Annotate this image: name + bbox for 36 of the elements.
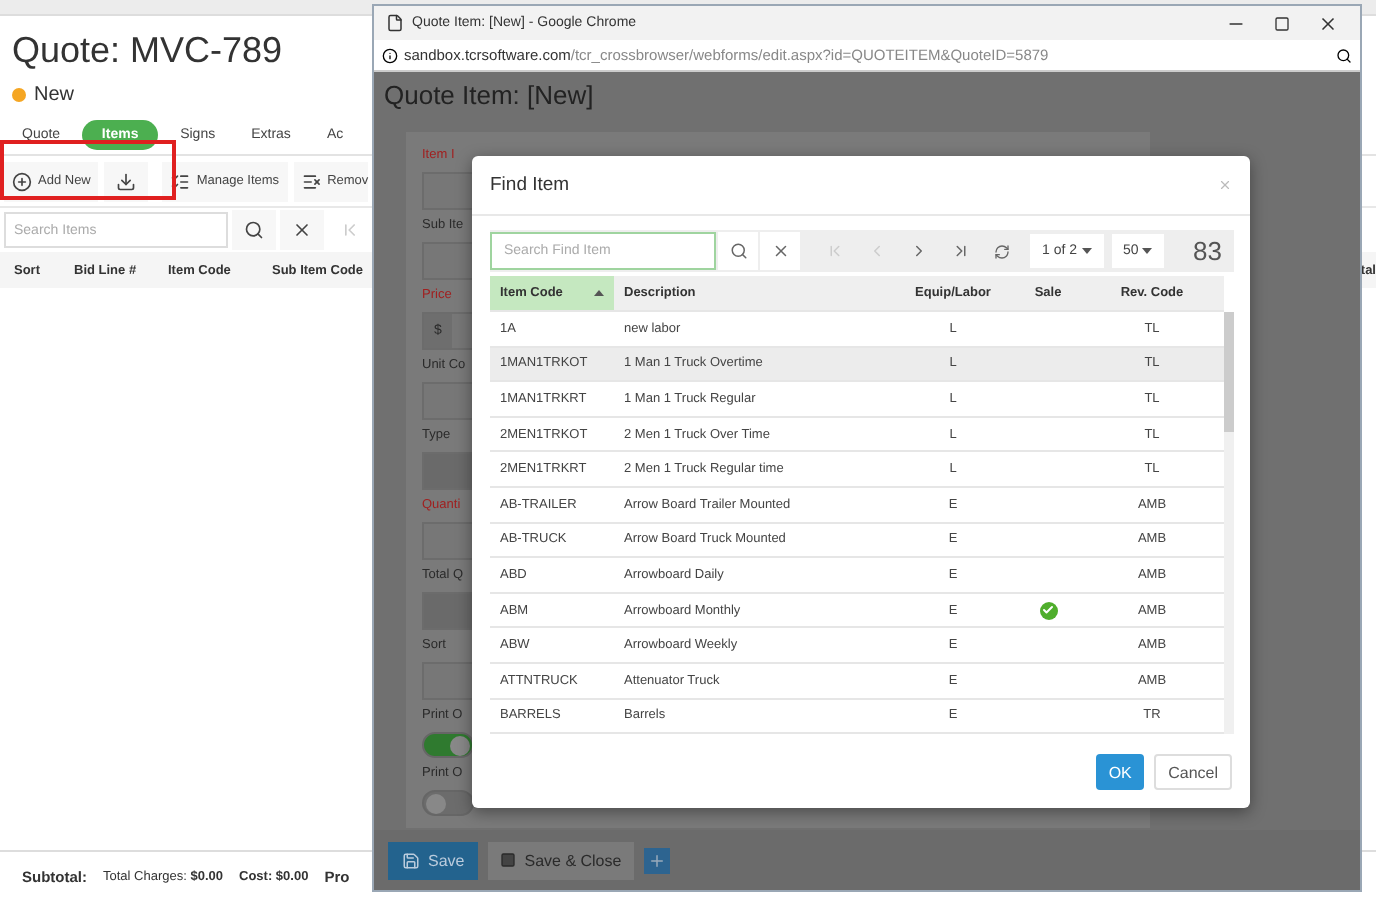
square-icon	[500, 852, 517, 868]
first-page-icon	[825, 242, 843, 260]
first-page-icon	[340, 220, 360, 240]
maximize-icon	[1274, 15, 1290, 31]
item-count: 83	[1193, 236, 1224, 266]
search-button[interactable]	[718, 232, 758, 270]
page-icon	[386, 14, 404, 32]
list-icon	[301, 171, 322, 191]
form-heading: Quote Item: [New]	[384, 80, 594, 114]
close-icon	[292, 220, 312, 240]
scrollbar[interactable]	[1224, 312, 1234, 735]
save-icon	[402, 851, 420, 869]
search-icon	[244, 220, 264, 240]
page-title: Quote: MVC-789	[12, 28, 283, 72]
toggle-switch[interactable]	[422, 732, 474, 758]
list-icon	[170, 171, 191, 191]
info-icon	[382, 47, 398, 63]
cancel-button[interactable]: Cancel	[1154, 754, 1232, 790]
close-icon	[1318, 13, 1338, 33]
save-button[interactable]: Save	[388, 841, 479, 879]
search-icon	[1336, 47, 1352, 63]
download-button[interactable]	[104, 161, 149, 201]
close-icon	[1218, 178, 1232, 192]
clear-button[interactable]	[760, 232, 800, 270]
add-button[interactable]	[643, 847, 670, 873]
last-page-icon	[951, 242, 969, 260]
refresh-icon	[994, 243, 1010, 259]
download-icon	[116, 171, 137, 191]
plus-circle-icon	[12, 171, 32, 191]
dialog-title: Find Item	[490, 174, 570, 196]
status-label: New	[34, 83, 75, 105]
toggle-switch[interactable]	[422, 790, 474, 816]
plus-icon	[647, 851, 666, 869]
search-button[interactable]	[232, 210, 276, 250]
close-icon	[771, 242, 789, 260]
search-icon	[729, 242, 747, 260]
